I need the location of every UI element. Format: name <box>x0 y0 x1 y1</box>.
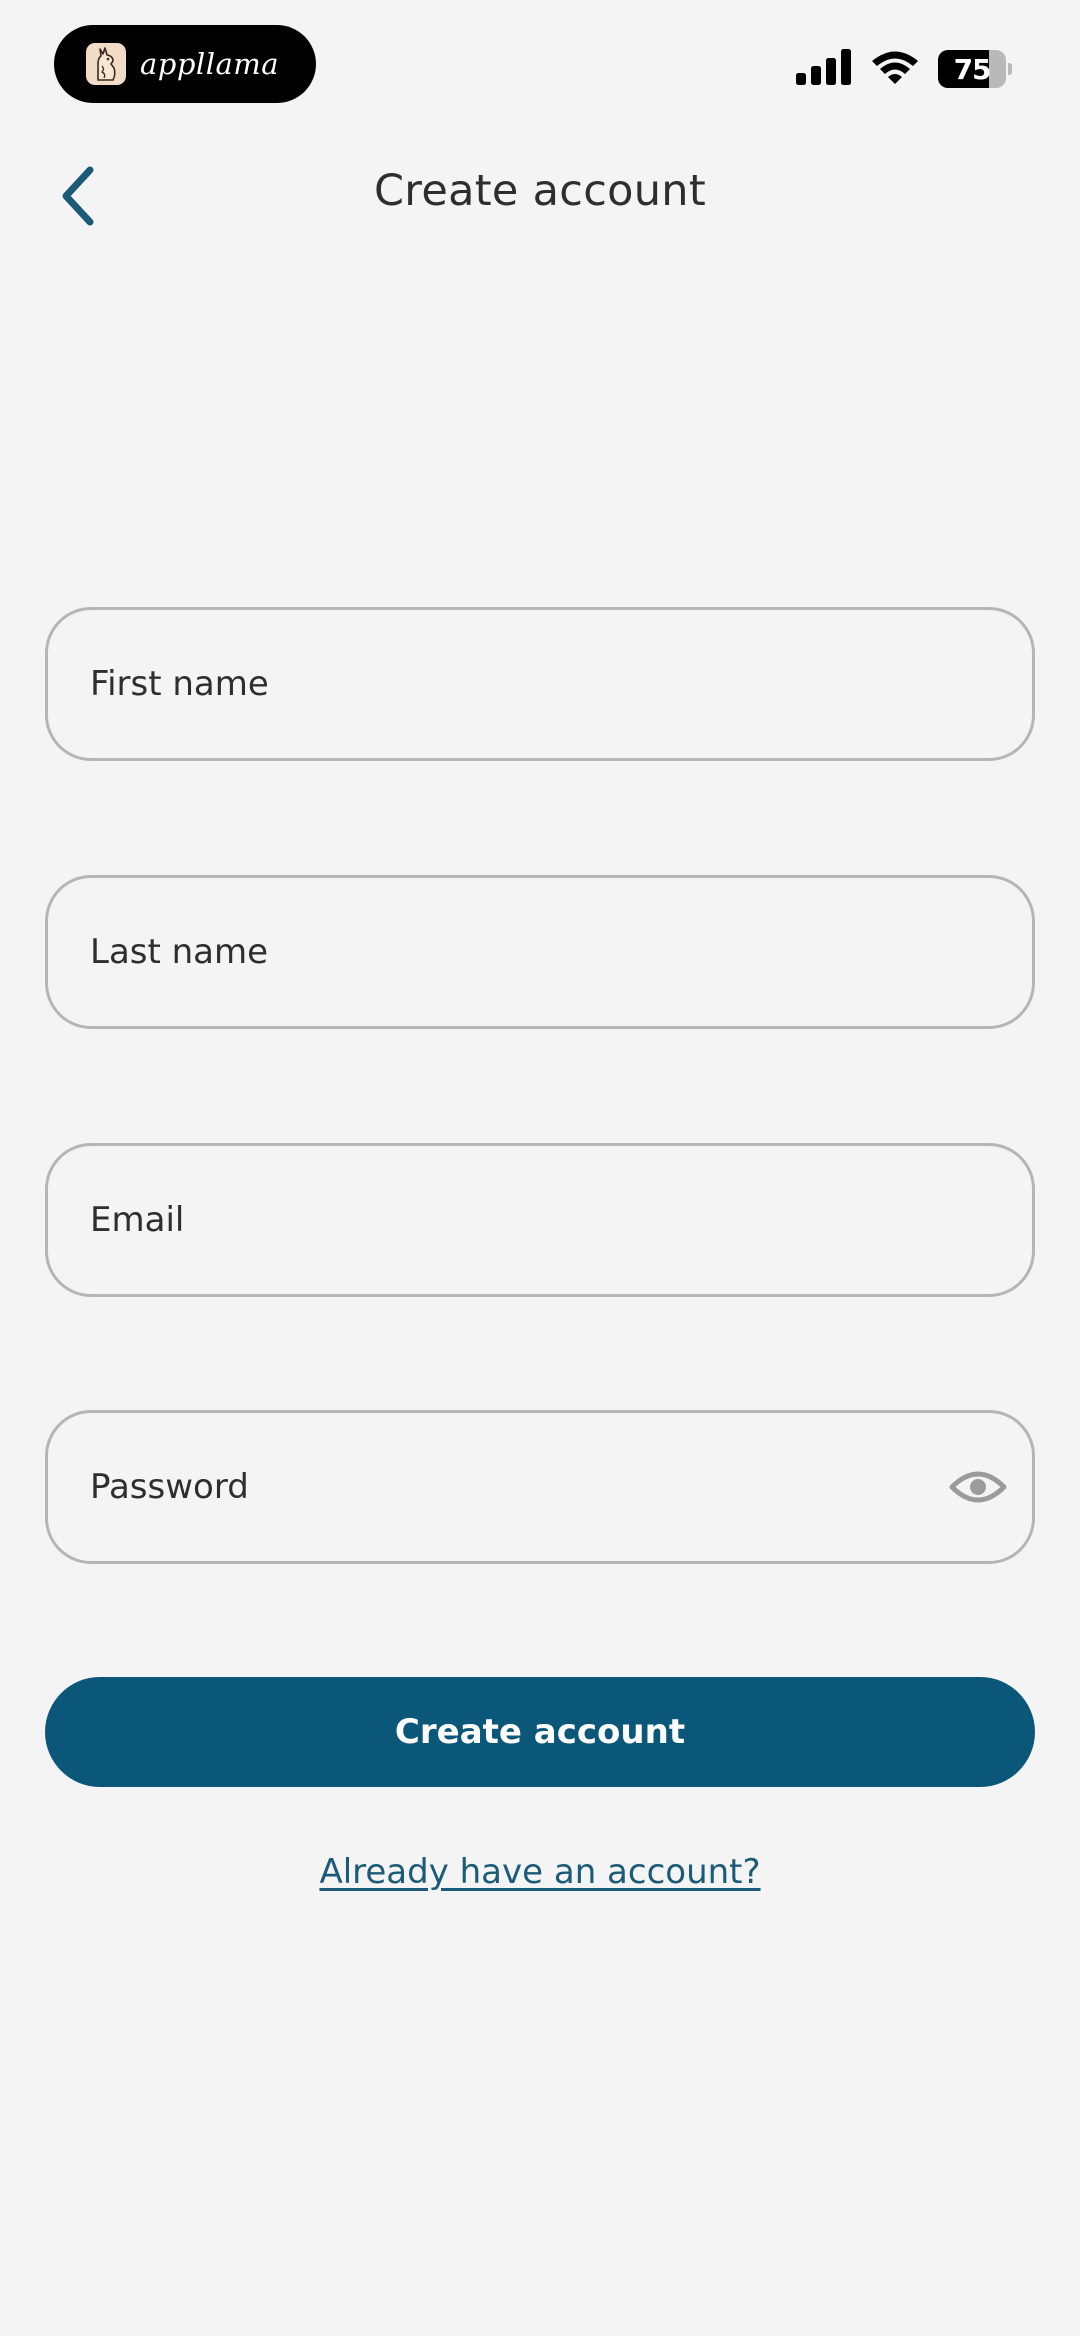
last-name-field-container[interactable] <box>45 875 1035 1029</box>
cellular-signal-icon <box>796 49 852 89</box>
battery-level: 75 <box>953 52 992 86</box>
email-input[interactable] <box>90 1190 910 1250</box>
status-icons: 75 <box>796 48 1012 90</box>
llama-logo-icon <box>86 43 126 85</box>
wifi-icon <box>870 48 920 90</box>
page-title: Create account <box>373 166 707 216</box>
email-field-container[interactable] <box>45 1143 1035 1297</box>
password-field-container[interactable] <box>45 1410 1035 1564</box>
eye-icon <box>949 1471 1007 1503</box>
create-account-screen: appllama 75 Create account First name La… <box>0 0 1080 2336</box>
show-password-toggle[interactable] <box>948 1465 1008 1509</box>
create-account-button[interactable]: Create account <box>45 1677 1035 1787</box>
already-have-account-link[interactable]: Already have an account? <box>0 1852 1080 1892</box>
last-name-input[interactable] <box>90 922 910 982</box>
first-name-field-container[interactable] <box>45 607 1035 761</box>
first-name-input[interactable] <box>90 654 910 714</box>
password-input[interactable] <box>90 1457 910 1517</box>
app-indicator-pill[interactable]: appllama <box>54 25 316 103</box>
battery-icon: 75 <box>938 50 1012 88</box>
app-name: appllama <box>140 47 280 81</box>
